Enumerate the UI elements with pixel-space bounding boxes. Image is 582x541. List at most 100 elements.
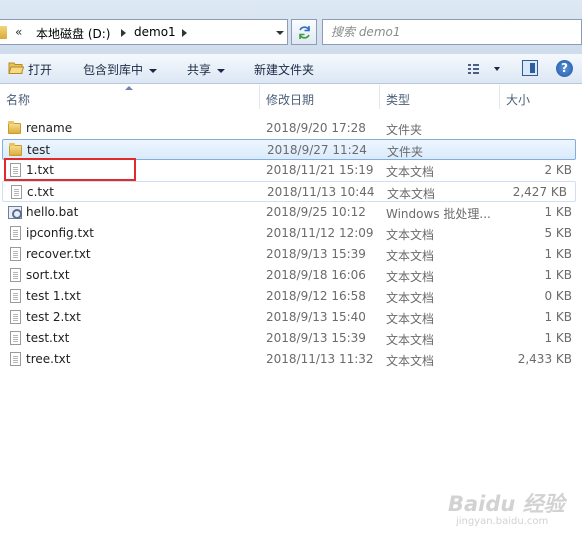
chevron-down-icon xyxy=(149,68,158,73)
breadcrumb-separator-arrow-icon[interactable] xyxy=(182,29,187,37)
open-button[interactable]: 打开 xyxy=(28,61,52,78)
file-name: test 1.txt xyxy=(26,289,81,303)
file-name: ipconfig.txt xyxy=(26,226,94,240)
file-date: 2018/9/12 16:58 xyxy=(266,289,366,303)
view-grid-icon xyxy=(468,64,479,74)
open-folder-icon xyxy=(8,62,24,74)
file-date: 2018/11/12 12:09 xyxy=(266,226,374,240)
column-header-type[interactable]: 类型 xyxy=(386,91,410,108)
file-name: test.txt xyxy=(26,331,70,345)
text-file-icon xyxy=(10,268,21,282)
file-date: 2018/11/21 15:19 xyxy=(266,163,374,177)
file-date: 2018/9/20 17:28 xyxy=(266,121,366,135)
batch-file-icon xyxy=(8,206,22,219)
refresh-button[interactable] xyxy=(291,19,317,45)
new-folder-button[interactable]: 新建文件夹 xyxy=(254,61,314,78)
file-size: 0 KB xyxy=(544,289,572,303)
file-size: 1 KB xyxy=(544,247,572,261)
text-file-icon xyxy=(11,185,22,199)
file-row[interactable]: hello.bat 2018/9/25 10:12 Windows 批处理...… xyxy=(0,202,582,223)
breadcrumb-overflow-button[interactable]: « xyxy=(15,25,22,39)
file-row[interactable]: rename 2018/9/20 17:28 文件夹 xyxy=(0,118,582,139)
file-row[interactable]: sort.txt 2018/9/18 16:06 文本文档 1 KB xyxy=(0,265,582,286)
file-date: 2018/9/13 15:39 xyxy=(266,331,366,345)
preview-pane-button[interactable] xyxy=(522,60,538,76)
breadcrumb-separator-arrow-icon[interactable] xyxy=(121,29,126,37)
share-label: 共享 xyxy=(187,63,212,77)
search-box[interactable] xyxy=(322,19,582,45)
address-bar[interactable]: « 本地磁盘 (D:) demo1 xyxy=(0,19,288,45)
file-date: 2018/9/13 15:39 xyxy=(266,247,366,261)
file-name: recover.txt xyxy=(26,247,91,261)
file-list: rename 2018/9/20 17:28 文件夹 test 2018/9/2… xyxy=(0,118,582,370)
file-name: test xyxy=(27,143,51,157)
file-date: 2018/11/13 10:44 xyxy=(267,185,375,199)
highlight-annotation-box xyxy=(4,158,136,181)
file-row[interactable]: test 1.txt 2018/9/12 16:58 文本文档 0 KB xyxy=(0,286,582,307)
file-size: 2,433 KB xyxy=(517,352,572,366)
file-row[interactable]: test.txt 2018/9/13 15:39 文本文档 1 KB xyxy=(0,328,582,349)
file-type: 文件夹 xyxy=(387,145,424,159)
file-size: 2,427 KB xyxy=(512,185,567,199)
file-type: Windows 批处理... xyxy=(386,207,491,221)
file-type: 文本文档 xyxy=(386,291,435,305)
file-date: 2018/11/13 11:32 xyxy=(266,352,374,366)
column-header-name[interactable]: 名称 xyxy=(6,91,30,108)
file-name: tree.txt xyxy=(26,352,71,366)
column-header-date[interactable]: 修改日期 xyxy=(266,91,314,108)
file-type: 文本文档 xyxy=(386,270,435,284)
chevron-down-icon xyxy=(217,68,226,73)
column-headers: 名称 修改日期 类型 大小 xyxy=(0,85,582,111)
help-button[interactable]: ? xyxy=(556,60,573,77)
file-date: 2018/9/27 11:24 xyxy=(267,143,367,157)
file-name: test 2.txt xyxy=(26,310,81,324)
file-type: 文本文档 xyxy=(387,187,436,201)
column-divider[interactable] xyxy=(259,85,260,109)
search-input[interactable] xyxy=(323,20,573,44)
include-in-library-label: 包含到库中 xyxy=(83,63,144,77)
file-row-selected[interactable]: test 2018/9/27 11:24 文件夹 xyxy=(2,139,576,160)
file-date: 2018/9/25 10:12 xyxy=(266,205,366,219)
column-header-size[interactable]: 大小 xyxy=(506,91,530,108)
file-row[interactable]: ipconfig.txt 2018/11/12 12:09 文本文档 5 KB xyxy=(0,223,582,244)
watermark-url: jingyan.baidu.com xyxy=(456,516,549,527)
file-type: 文本文档 xyxy=(386,354,435,368)
watermark-logo: Baidu 经验 xyxy=(448,492,565,516)
column-divider[interactable] xyxy=(379,85,380,109)
file-name: sort.txt xyxy=(26,268,70,282)
folder-icon xyxy=(9,143,22,156)
column-divider[interactable] xyxy=(499,85,500,109)
share-button[interactable]: 共享 xyxy=(187,61,226,78)
sort-ascending-icon xyxy=(125,86,133,90)
text-file-icon xyxy=(10,247,21,261)
file-type: 文件夹 xyxy=(386,123,423,137)
file-row-hover[interactable]: c.txt 2018/11/13 10:44 文本文档 2,427 KB xyxy=(2,181,576,202)
file-size: 1 KB xyxy=(544,310,572,324)
file-name: c.txt xyxy=(27,185,54,199)
file-size: 1 KB xyxy=(544,331,572,345)
file-row[interactable]: tree.txt 2018/11/13 11:32 文本文档 2,433 KB xyxy=(0,349,582,370)
file-type: 文本文档 xyxy=(386,228,435,242)
file-size: 2 KB xyxy=(544,163,572,177)
text-file-icon xyxy=(10,331,21,345)
navigation-bar: « 本地磁盘 (D:) demo1 xyxy=(0,0,582,54)
file-row[interactable]: recover.txt 2018/9/13 15:39 文本文档 1 KB xyxy=(0,244,582,265)
file-date: 2018/9/18 16:06 xyxy=(266,268,366,282)
file-type: 文本文档 xyxy=(386,312,435,326)
address-history-dropdown-icon[interactable] xyxy=(276,31,284,35)
text-file-icon xyxy=(10,226,21,240)
breadcrumb-drive[interactable]: 本地磁盘 (D:) xyxy=(36,25,110,42)
file-name: hello.bat xyxy=(26,205,79,219)
breadcrumb-demo1[interactable]: demo1 xyxy=(134,25,176,39)
text-file-icon xyxy=(10,352,21,366)
text-file-icon xyxy=(10,310,21,324)
change-view-button[interactable] xyxy=(466,61,506,77)
file-type: 文本文档 xyxy=(386,165,435,179)
file-row[interactable]: test 2.txt 2018/9/13 15:40 文本文档 1 KB xyxy=(0,307,582,328)
file-size: 1 KB xyxy=(544,205,572,219)
include-in-library-button[interactable]: 包含到库中 xyxy=(83,61,158,78)
text-file-icon xyxy=(10,289,21,303)
file-size: 1 KB xyxy=(544,268,572,282)
watermark: Baidu 经验 jingyan.baidu.com xyxy=(448,488,565,532)
chevron-down-icon xyxy=(494,67,500,71)
